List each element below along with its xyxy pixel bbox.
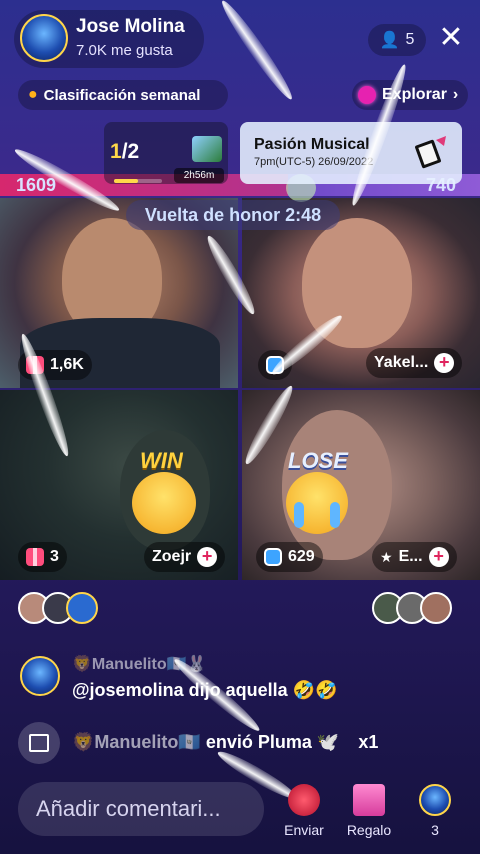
participant-3-gift-count[interactable]: 3	[18, 542, 67, 572]
chevron-right-icon: ›	[452, 86, 459, 103]
pleading-emoji-icon	[132, 472, 196, 534]
round-timer: 2h56m	[174, 168, 224, 183]
follow-plus-icon[interactable]: +	[197, 547, 218, 567]
participant-3-name: Zoejr	[152, 548, 192, 565]
round-total: /2	[121, 140, 140, 163]
host-likes: 7.0K me gusta	[76, 42, 173, 59]
gift-box-icon	[26, 548, 44, 566]
tear-icon	[294, 502, 304, 528]
round-progress-fill	[114, 179, 138, 183]
avatar[interactable]	[66, 592, 98, 624]
sparkle-icon: ★	[380, 548, 393, 565]
gift-icon	[18, 722, 60, 764]
rose-icon	[288, 784, 320, 816]
participant-4-gift-count[interactable]: 629	[256, 542, 323, 572]
crying-emoji-icon	[286, 472, 348, 534]
flame-icon: ●	[28, 86, 38, 103]
shield-icon	[264, 548, 282, 566]
profile-count: 3	[431, 822, 439, 838]
win-label: WIN	[140, 448, 183, 473]
gift-text: envió Pluma 🕊️	[205, 732, 340, 752]
participant-4-name-chip[interactable]: ★ E... +	[372, 542, 457, 572]
weekly-ranking-button[interactable]: ● Clasificación semanal	[18, 80, 228, 110]
round-current: 1	[110, 140, 122, 163]
lose-label: LOSE	[288, 448, 348, 473]
chat-user-avatar[interactable]	[20, 656, 60, 696]
participant-4-name: E...	[398, 548, 423, 565]
follow-plus-icon[interactable]: +	[428, 547, 449, 567]
participant-4-stat: 629	[288, 548, 315, 565]
round-thumbnail-icon	[192, 136, 222, 162]
host-name: Jose Molina	[76, 16, 185, 37]
person-icon: 👤	[379, 32, 400, 49]
gift-sender[interactable]: 🦁Manuelito🇬🇹	[72, 732, 201, 752]
participant-3-name-chip[interactable]: Zoejr +	[144, 542, 226, 572]
participant-3-stat: 3	[50, 548, 59, 565]
honor-lap-timer: Vuelta de honor 2:48	[126, 200, 340, 230]
participant-1-stat: 1,6K	[50, 356, 84, 373]
profile-avatar	[419, 784, 451, 816]
music-event-icon	[415, 136, 446, 169]
comment-input[interactable]	[18, 782, 264, 836]
profile-button[interactable]: 3	[414, 784, 456, 838]
gift-label: Regalo	[346, 822, 392, 838]
gift-event: 🦁Manuelito🇬🇹 envió Pluma 🕊️ x1	[72, 732, 378, 753]
gift-button[interactable]: Regalo	[342, 784, 396, 838]
explore-icon	[358, 86, 376, 104]
send-label: Enviar	[284, 822, 324, 838]
follow-plus-icon[interactable]: +	[434, 353, 455, 373]
gift-multiplier: x1	[358, 732, 379, 752]
host-avatar[interactable]	[20, 14, 68, 62]
event-time: 7pm(UTC-5) 26/09/2022	[254, 156, 374, 168]
participant-2-name: Yakel...	[374, 354, 429, 371]
viewer-count-value: 5	[405, 31, 415, 48]
event-title: Pasión Musical	[254, 136, 370, 153]
send-rose-button[interactable]: Enviar	[280, 784, 328, 838]
explore-button[interactable]: Explorar ›	[352, 80, 468, 110]
participant-2-name-chip[interactable]: Yakel... +	[366, 348, 463, 378]
round-counter: 1/2	[110, 140, 139, 164]
gift-box-icon	[353, 784, 385, 816]
avatar[interactable]	[420, 592, 452, 624]
team-right-avatars[interactable]	[372, 592, 452, 624]
close-button[interactable]: ✕	[434, 22, 468, 56]
team-left-avatars[interactable]	[18, 592, 98, 624]
tear-icon	[330, 502, 340, 528]
weekly-ranking-label: Clasificación semanal	[43, 86, 201, 104]
round-progress-bar	[114, 179, 162, 183]
viewer-count[interactable]: 👤 5	[368, 24, 426, 56]
